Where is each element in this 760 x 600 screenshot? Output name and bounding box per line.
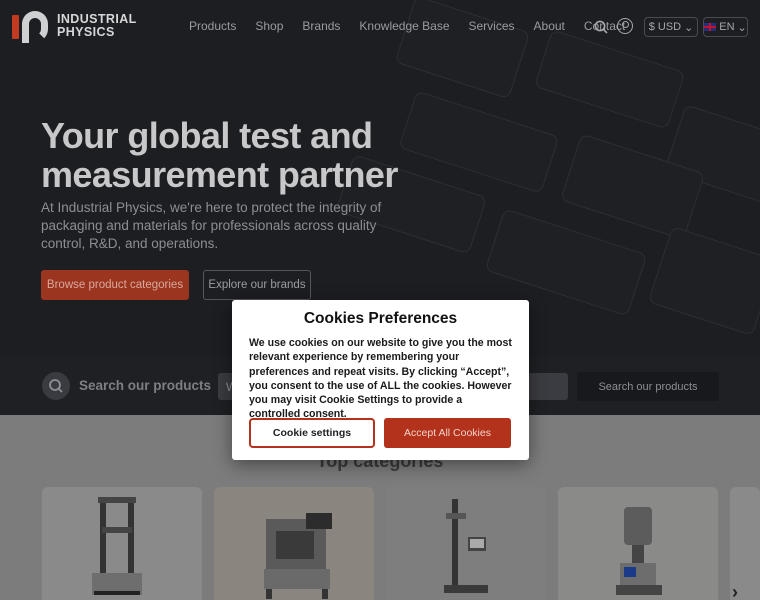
search-icon[interactable]	[594, 20, 608, 34]
uk-flag-icon	[704, 23, 717, 31]
currency-selector[interactable]: $ USD ⌄	[644, 17, 698, 37]
nav-brands[interactable]: Brands	[302, 19, 340, 33]
language-label: EN	[719, 21, 735, 33]
ip-logo-icon	[12, 9, 48, 43]
category-card[interactable]	[214, 487, 374, 600]
nav-about[interactable]: About	[534, 19, 565, 33]
category-card[interactable]	[42, 487, 202, 600]
nav-services[interactable]: Services	[469, 19, 515, 33]
explore-brands-button[interactable]: Explore our brands	[203, 270, 311, 300]
dialog-body: We use cookies on our website to give yo…	[249, 337, 512, 421]
cookie-settings-button[interactable]: Cookie settings	[249, 418, 375, 448]
category-card[interactable]	[386, 487, 546, 600]
tensile-tester-image	[92, 497, 142, 595]
chevron-down-icon: ⌄	[684, 21, 694, 34]
single-column-tester-image	[444, 499, 488, 593]
dollar-icon: $	[648, 21, 655, 33]
category-card[interactable]	[558, 487, 718, 600]
brand-logo[interactable]: INDUSTRIAL PHYSICS	[12, 9, 137, 43]
language-selector[interactable]: EN ⌄	[703, 17, 748, 37]
accept-all-cookies-button[interactable]: Accept All Cookies	[384, 418, 511, 448]
nav-shop[interactable]: Shop	[255, 19, 283, 33]
search-icon	[42, 372, 70, 400]
hardness-tester-image	[616, 507, 662, 595]
brand-name-line2: PHYSICS	[57, 25, 115, 39]
nav-products[interactable]: Products	[189, 19, 236, 33]
hero-description: At Industrial Physics, we're here to pro…	[41, 200, 382, 251]
nav-knowledge-base[interactable]: Knowledge Base	[359, 19, 449, 33]
hero-title: Your global test and measurement partner	[41, 115, 398, 195]
currency-label: USD	[657, 21, 682, 33]
user-icon[interactable]	[617, 18, 633, 34]
cookie-preferences-dialog: Cookies Preferences We use cookies on ou…	[232, 300, 529, 460]
search-label: Search our products	[79, 378, 212, 393]
top-navigation: INDUSTRIAL PHYSICS Products Shop Brands …	[0, 0, 760, 54]
inspection-machine-image	[264, 513, 332, 599]
main-nav: Products Shop Brands Knowledge Base Serv…	[189, 19, 625, 33]
search-products-button[interactable]: Search our products	[577, 372, 719, 401]
dialog-title: Cookies Preferences	[303, 310, 458, 327]
browse-categories-button[interactable]: Browse product categories	[41, 270, 189, 300]
chevron-down-icon: ⌄	[737, 21, 747, 34]
chevron-right-icon[interactable]: ›	[732, 582, 738, 600]
